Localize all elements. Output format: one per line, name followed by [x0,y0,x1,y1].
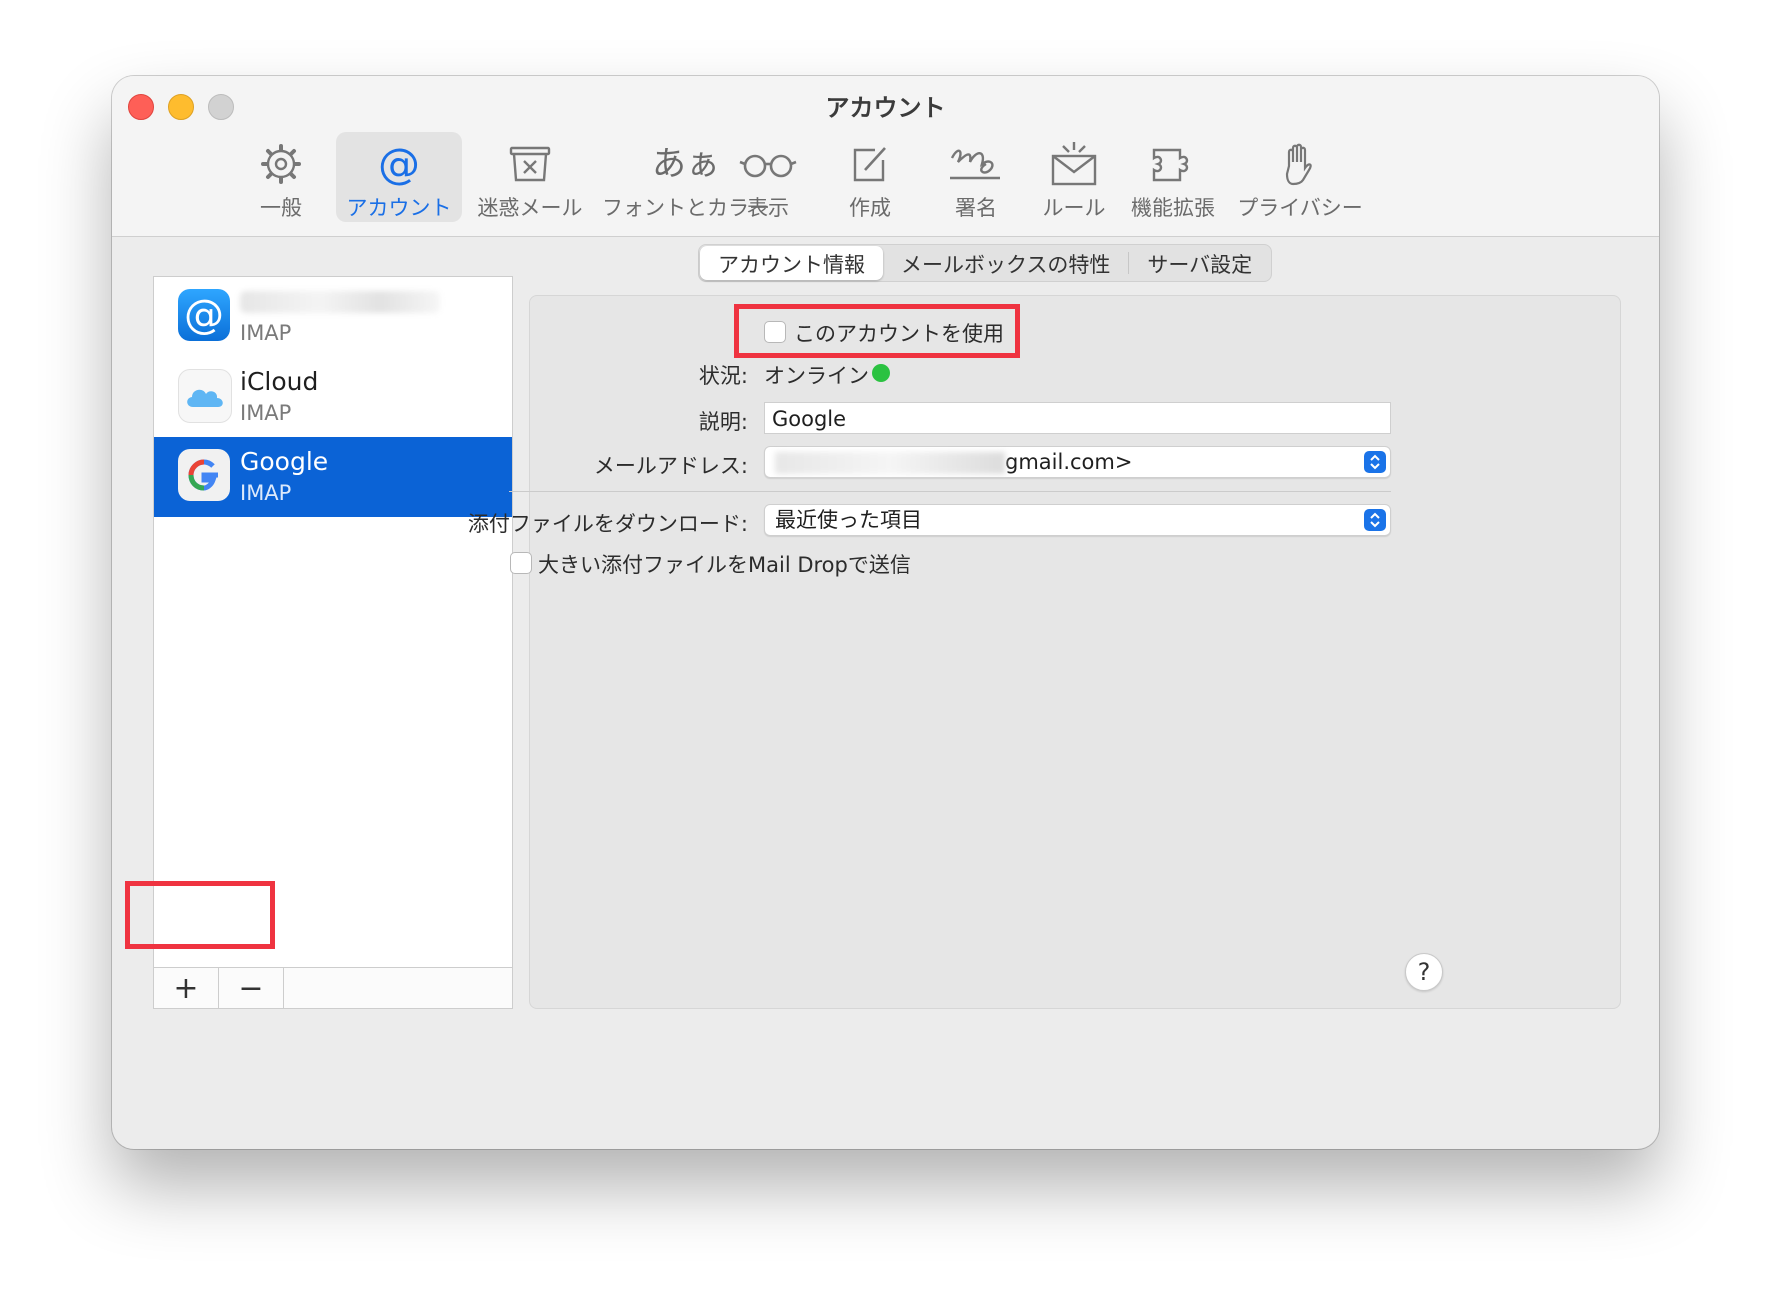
at-sign-icon: @ [378,140,420,188]
toolbar-signatures[interactable]: 署名 [930,132,1022,222]
download-attachments-label: 添付ファイルをダウンロード: [467,512,748,536]
remove-account-button[interactable]: − [219,968,284,1008]
icloud-icon [178,369,232,423]
toolbar-rules[interactable]: ルール [1028,132,1120,222]
hand-icon [1285,143,1312,186]
account-type: IMAP [240,321,292,345]
status-value: オンライン [764,364,869,388]
toolbar-extensions[interactable]: 機能拡張 [1124,132,1222,222]
rules-envelope-icon [1051,142,1097,186]
status-label: 状況: [698,364,748,388]
account-type: IMAP [240,481,292,505]
signature-icon [950,149,1000,180]
titlebar-toolbar: アカウント 一般 @ アカウント 迷惑メール あぁ フォントとカラー 表示 作成… [112,76,1659,237]
junk-tray-icon [509,146,551,182]
toolbar-general-label: 一般 [260,196,302,220]
account-item-1[interactable]: @ IMAP [154,277,512,357]
chevron-updown-icon [1364,451,1386,473]
tab-mailbox-behaviors[interactable]: メールボックスの特性 [883,246,1128,280]
account-tabs: アカウント情報 メールボックスの特性 サーバ設定 [698,244,1273,282]
toolbar-composing-label: 作成 [849,196,891,220]
account-item-google[interactable]: Google IMAP [154,437,512,517]
mail-settings-window: アカウント 一般 @ アカウント 迷惑メール あぁ フォントとカラー 表示 作成… [112,76,1659,1149]
toolbar-junk-label: 迷惑メール [477,196,583,220]
gear-icon [261,144,301,184]
toolbar-composing[interactable]: 作成 [830,132,910,222]
help-button[interactable]: ? [1405,953,1443,991]
toolbar-accounts[interactable]: @ アカウント [336,132,462,222]
maildrop-label: 大きい添付ファイルをMail Dropで送信 [538,553,911,577]
account-name-redacted [240,291,440,313]
puzzle-icon [1152,148,1189,182]
maildrop-checkbox[interactable] [510,552,532,574]
toolbar-viewing[interactable]: 表示 [728,132,808,222]
email-label: メールアドレス: [593,454,748,478]
google-icon [178,449,230,501]
toolbar-extensions-label: 機能拡張 [1131,196,1215,220]
email-popup[interactable]: gmail.com> [764,446,1391,478]
account-name: Google [240,447,329,476]
toolbar-rules-label: ルール [1042,196,1106,220]
toolbar-viewing-label: 表示 [747,196,789,220]
toolbar-privacy[interactable]: プライバシー [1234,132,1366,222]
compose-icon [853,147,886,182]
download-attachments-value: 最近使った項目 [775,508,922,532]
account-type: IMAP [240,401,292,425]
tab-account-info[interactable]: アカウント情報 [700,246,883,280]
sidebar-footer: + − [154,967,512,1008]
toolbar-privacy-label: プライバシー [1237,196,1363,220]
at-sign-icon: @ [178,289,230,341]
download-attachments-popup[interactable]: 最近使った項目 [764,504,1391,536]
email-redacted [775,452,1005,474]
highlight-add-remove [125,881,275,949]
chevron-updown-icon [1364,509,1386,531]
account-item-icloud[interactable]: iCloud IMAP [154,357,512,437]
toolbar-signatures-label: 署名 [955,196,997,220]
status-online-dot [872,364,890,382]
glasses-icon [739,154,797,178]
add-account-button[interactable]: + [154,968,219,1008]
account-name: iCloud [240,367,319,396]
description-field[interactable]: Google [764,402,1391,434]
tab-server-settings[interactable]: サーバ設定 [1129,246,1270,280]
svg-text:@: @ [378,140,420,188]
fonts-aa-icon: あぁ [652,144,720,184]
toolbar-accounts-label: アカウント [346,196,452,220]
description-label: 説明: [698,410,748,434]
toolbar-junk[interactable]: 迷惑メール [462,132,598,222]
form-divider [509,491,1391,492]
toolbar-general[interactable]: 一般 [240,132,322,222]
email-value: gmail.com> [1005,450,1133,474]
highlight-enable-account [734,304,1020,358]
window-title: アカウント [825,94,946,122]
